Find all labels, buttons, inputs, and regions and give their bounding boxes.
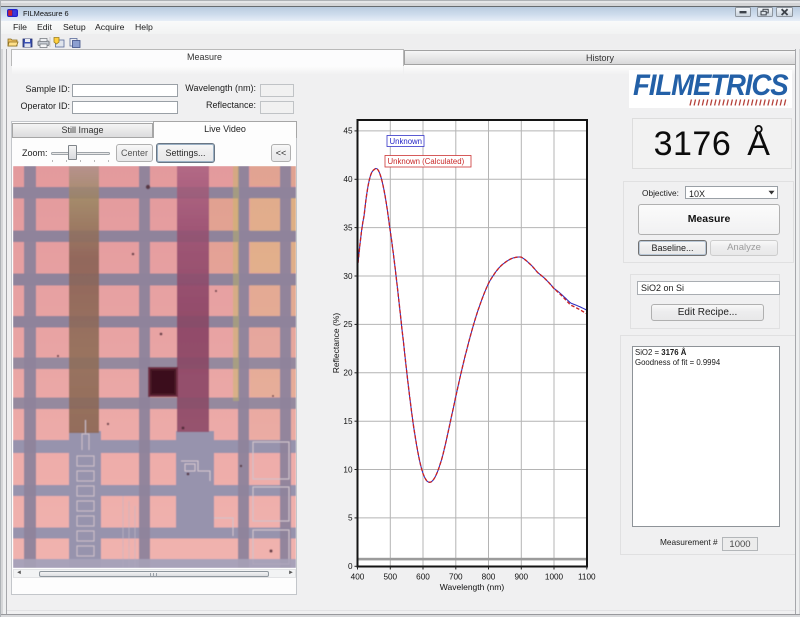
svg-text:30: 30 (343, 272, 353, 281)
svg-text:1000: 1000 (545, 573, 564, 582)
svg-text:800: 800 (482, 573, 496, 582)
svg-text:Unknown: Unknown (390, 137, 423, 146)
svg-text:400: 400 (351, 573, 365, 582)
svg-text:35: 35 (343, 223, 353, 232)
svg-text:Wavelength (nm): Wavelength (nm) (440, 582, 505, 592)
svg-text:45: 45 (343, 127, 353, 136)
svg-text:700: 700 (449, 573, 463, 582)
svg-text:500: 500 (383, 573, 397, 582)
svg-text:0: 0 (348, 562, 353, 571)
svg-text:25: 25 (343, 320, 353, 329)
svg-text:1100: 1100 (578, 573, 596, 582)
svg-text:10: 10 (343, 465, 353, 474)
svg-text:Unknown (Calculated): Unknown (Calculated) (388, 157, 465, 166)
svg-text:600: 600 (416, 573, 430, 582)
svg-text:5: 5 (348, 514, 353, 523)
svg-text:Reflectance (%): Reflectance (%) (331, 313, 341, 374)
svg-text:20: 20 (343, 369, 353, 378)
svg-text:900: 900 (514, 573, 528, 582)
svg-text:15: 15 (343, 417, 353, 426)
svg-text:40: 40 (343, 175, 353, 184)
